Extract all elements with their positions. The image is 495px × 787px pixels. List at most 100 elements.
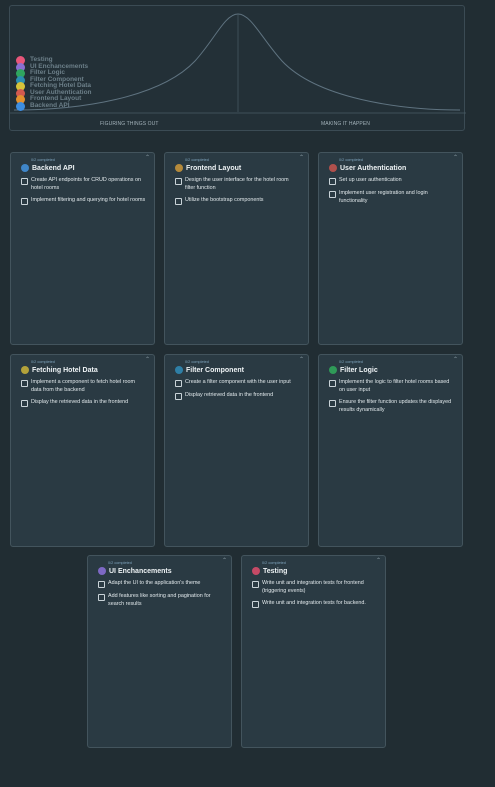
card-header: Frontend Layout bbox=[175, 164, 241, 172]
task-checkbox[interactable] bbox=[175, 178, 182, 185]
task-label: Adapt the UI to the application's theme bbox=[108, 580, 201, 586]
task-item: Display retrieved data in the frontend bbox=[175, 392, 300, 400]
task-label: Create a filter component with the user … bbox=[185, 379, 291, 385]
task-checkbox[interactable] bbox=[98, 594, 105, 601]
legend-label: Backend API bbox=[30, 101, 70, 109]
scope-dot-icon bbox=[175, 366, 183, 374]
collapse-icon[interactable]: ⌃ bbox=[222, 558, 227, 564]
card-header: Filter Logic bbox=[329, 366, 378, 374]
task-checkbox[interactable] bbox=[329, 191, 336, 198]
card-title: Fetching Hotel Data bbox=[32, 366, 98, 374]
task-checkbox[interactable] bbox=[329, 178, 336, 185]
task-checkbox[interactable] bbox=[329, 400, 336, 408]
task-checkbox[interactable] bbox=[175, 380, 182, 387]
task-label: Design the user interface for the hotel … bbox=[185, 177, 289, 191]
scope-dot-icon bbox=[329, 164, 337, 172]
task-item: Implement filtering and querying for hot… bbox=[21, 197, 146, 206]
task-item: Implement a component to fetch hotel roo… bbox=[21, 379, 146, 394]
hill-chart: Testing UI Enchancements Filter Logic Filte… bbox=[9, 5, 466, 131]
task-checkbox[interactable] bbox=[21, 178, 28, 185]
task-item: Implement user registration and login fu… bbox=[329, 190, 454, 205]
scope-dot-icon bbox=[21, 164, 29, 172]
card-header: UI Enchancements bbox=[98, 567, 172, 575]
task-list: Create API endpoints for CRUD operations… bbox=[21, 177, 146, 210]
task-item: Create API endpoints for CRUD operations… bbox=[21, 177, 146, 192]
hill-legend: Testing UI Enchancements Filter Logic Filte… bbox=[16, 56, 92, 111]
task-label: Display the retrieved data in the fronte… bbox=[31, 399, 129, 406]
task-item: Utilize the bootstrap components bbox=[175, 197, 300, 206]
task-label: Implement user registration and login fu… bbox=[339, 190, 428, 204]
task-list: Write unit and integration tests for fro… bbox=[252, 580, 377, 613]
task-item: Write unit and integration tests for fro… bbox=[252, 580, 377, 595]
completion-status: 0/2 completed bbox=[185, 158, 209, 162]
task-list: Create a filter component with the user … bbox=[175, 379, 300, 405]
task-label: Write unit and integration tests for fro… bbox=[262, 580, 364, 594]
card-title: User Authentication bbox=[340, 164, 407, 172]
collapse-icon[interactable]: ⌃ bbox=[299, 155, 304, 161]
task-list: Design the user interface for the hotel … bbox=[175, 177, 300, 210]
scope-dot-icon bbox=[329, 366, 337, 374]
task-label: Implement filtering and querying for hot… bbox=[31, 197, 146, 204]
task-item: Adapt the UI to the application's theme bbox=[98, 580, 223, 588]
task-checkbox[interactable] bbox=[98, 581, 105, 588]
task-item: Set up user authentication bbox=[329, 177, 454, 185]
task-list: Implement a component to fetch hotel roo… bbox=[21, 379, 146, 412]
card-title: Filter Logic bbox=[340, 366, 378, 374]
scope-card: 0/2 completed ⌃ Testing Write unit and inte… bbox=[241, 555, 386, 748]
task-item: Ensure the filter function updates the d… bbox=[329, 399, 454, 414]
scope-card: 0/2 completed ⌃ User Authentication Set up … bbox=[318, 152, 463, 345]
task-label: Set up user authentication bbox=[339, 177, 402, 183]
collapse-icon[interactable]: ⌃ bbox=[145, 155, 150, 161]
scope-dot-icon bbox=[98, 567, 106, 575]
completion-status: 0/2 completed bbox=[185, 360, 209, 364]
task-checkbox[interactable] bbox=[252, 601, 259, 609]
task-label: Display retrieved data in the frontend bbox=[185, 392, 274, 398]
task-list: Adapt the UI to the application's theme A… bbox=[98, 580, 223, 613]
task-checkbox[interactable] bbox=[329, 380, 336, 387]
task-item: Add features like sorting and pagination… bbox=[98, 593, 223, 608]
scope-card: 0/2 completed ⌃ Filter Logic Implement the … bbox=[318, 354, 463, 547]
task-checkbox[interactable] bbox=[175, 198, 182, 206]
task-label: Write unit and integration tests for bac… bbox=[262, 600, 366, 607]
card-title: Filter Component bbox=[186, 366, 244, 374]
completion-status: 0/2 completed bbox=[262, 561, 286, 565]
task-label: Utilize the bootstrap components bbox=[185, 197, 264, 204]
collapse-icon[interactable]: ⌃ bbox=[299, 357, 304, 363]
figuring-things-out-label: FIGURING THINGS OUT bbox=[100, 121, 159, 127]
card-title: UI Enchancements bbox=[109, 567, 172, 575]
scope-card: 0/2 completed ⌃ UI Enchancements Adapt the … bbox=[87, 555, 232, 748]
task-label: Add features like sorting and pagination… bbox=[108, 593, 211, 607]
collapse-icon[interactable]: ⌃ bbox=[453, 357, 458, 363]
task-checkbox[interactable] bbox=[21, 380, 28, 387]
collapse-icon[interactable]: ⌃ bbox=[376, 558, 381, 564]
task-list: Set up user authentication Implement user… bbox=[329, 177, 454, 210]
completion-status: 0/2 completed bbox=[339, 360, 363, 364]
task-checkbox[interactable] bbox=[21, 400, 28, 408]
card-header: Fetching Hotel Data bbox=[21, 366, 98, 374]
task-checkbox[interactable] bbox=[252, 581, 259, 588]
card-title: Testing bbox=[263, 567, 288, 575]
card-title: Backend API bbox=[32, 164, 75, 172]
task-label: Ensure the filter function updates the d… bbox=[339, 399, 452, 413]
scope-card: 0/2 completed ⌃ Filter Component Create a f… bbox=[164, 354, 309, 547]
completion-status: 0/2 completed bbox=[31, 360, 55, 364]
scope-card: 0/2 completed ⌃ Frontend Layout Design the … bbox=[164, 152, 309, 345]
card-header: User Authentication bbox=[329, 164, 406, 172]
task-label: Implement the logic to filter hotel room… bbox=[339, 379, 450, 393]
scope-dot-icon bbox=[175, 164, 183, 172]
making-it-happen-label: MAKING IT HAPPEN bbox=[321, 121, 371, 127]
task-checkbox[interactable] bbox=[175, 393, 182, 400]
completion-status: 0/2 completed bbox=[108, 561, 132, 565]
collapse-icon[interactable]: ⌃ bbox=[145, 357, 150, 363]
task-item: Create a filter component with the user … bbox=[175, 379, 300, 387]
task-label: Create API endpoints for CRUD operations… bbox=[31, 177, 141, 191]
card-header: Filter Component bbox=[175, 366, 244, 374]
scope-card: 0/2 completed ⌃ Fetching Hotel Data Impleme… bbox=[10, 354, 155, 547]
scope-dot-icon[interactable] bbox=[16, 101, 25, 111]
legend-item[interactable]: Backend API bbox=[16, 101, 92, 111]
scope-card: 0/2 completed ⌃ Backend API Create API endp… bbox=[10, 152, 155, 345]
completion-status: 0/2 completed bbox=[339, 158, 363, 162]
collapse-icon[interactable]: ⌃ bbox=[453, 155, 458, 161]
task-item: Design the user interface for the hotel … bbox=[175, 177, 300, 192]
task-checkbox[interactable] bbox=[21, 198, 28, 206]
